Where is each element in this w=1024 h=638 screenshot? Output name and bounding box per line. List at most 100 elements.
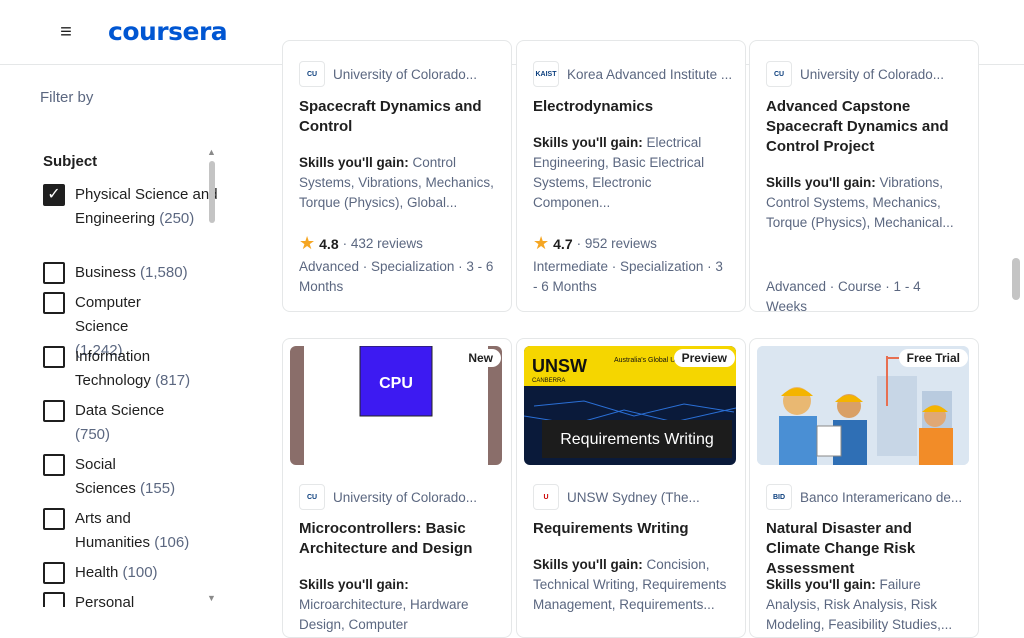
partner-name: Banco Interamericano de... [800,489,963,505]
option-count: (250) [159,210,195,227]
subject-filter-title: Subject [43,153,98,170]
card-meta: Advanced · Course · 1 - 4 Weeks [766,279,921,312]
hamburger-menu-button[interactable]: ≡ [48,14,84,50]
partner-logo-icon: CU [766,61,792,87]
cpu-label: CPU [379,375,413,392]
option-label: Data Science [75,402,165,419]
partner-logo-icon: CU [299,61,325,87]
card-meta: Advanced · Specialization · 3 - 6 Months [299,259,494,294]
option-count: (817) [155,372,191,389]
partner-logo-icon: BID [766,484,792,510]
checkbox[interactable] [43,454,65,476]
filter-option-arts-humanities[interactable]: Arts and Humanities (106) [43,507,218,555]
card-skills: Skills you'll gain: Electrical Engineeri… [533,133,731,213]
card-partner: BID Banco Interamericano de... [766,484,966,510]
partner-logo-icon: U [533,484,559,510]
option-label: Information Technology [75,348,151,389]
card-partner: CU University of Colorado... [299,484,499,510]
card-partner: CU University of Colorado... [299,61,499,87]
partner-logo-icon: KAIST [533,61,559,87]
option-label: Computer Science [75,294,141,335]
image-title: Requirements Writing [560,431,714,448]
option-label: Personal [75,594,135,607]
course-card[interactable]: CU University of Colorado... Spacecraft … [282,40,512,312]
filter-option-social-sciences[interactable]: Social Sciences (155) [43,453,218,501]
hamburger-icon: ≡ [60,20,72,43]
checkbox[interactable] [43,562,65,584]
filter-option-data-science[interactable]: Data Science (750) [43,399,218,447]
review-count: · 952 reviews [576,236,657,251]
card-skills: Skills you'll gain: Failure Analysis, Ri… [766,575,964,635]
skills-label: Skills you'll gain: [766,175,876,190]
filter-by-heading: Filter by [40,89,94,106]
option-label: Business [75,264,136,281]
preview-badge: Preview [673,349,735,367]
subject-filter-panel[interactable]: Subject ✓ Physical Science and Engineeri… [36,145,222,607]
course-title-link[interactable]: Requirements Writing [533,519,731,539]
scroll-up-arrow-icon[interactable]: ▲ [207,147,216,157]
unsw-campus: CANBERRA [532,378,565,384]
filter-option-business[interactable]: Business (1,580) [43,261,218,285]
course-title-link[interactable]: Advanced Capstone Spacecraft Dynamics an… [766,97,964,157]
skills-label: Skills you'll gain: [533,135,643,150]
checkbox[interactable] [43,346,65,368]
filter-option-physical-science[interactable]: ✓ Physical Science and Engineering (250) [43,183,218,231]
card-partner: CU University of Colorado... [766,61,966,87]
checkbox[interactable] [43,400,65,422]
checkbox[interactable] [43,262,65,284]
card-skills: Skills you'll gain: Control Systems, Vib… [299,153,497,213]
page-scrollbar-thumb[interactable] [1012,258,1020,300]
skills-text: Microarchitecture, Hardware Design, Comp… [299,597,469,632]
option-count: (1,580) [140,264,188,281]
option-count: (155) [140,480,176,497]
checkbox[interactable] [43,508,65,530]
partner-name: University of Colorado... [333,66,478,82]
card-rating: ★ 4.7 · 952 reviews [533,233,657,254]
free-trial-badge: Free Trial [898,349,968,367]
card-skills: Skills you'll gain: Concision, Technical… [533,555,731,615]
course-title-link[interactable]: Microcontrollers: Basic Architecture and… [299,519,497,559]
option-count: (750) [75,426,111,443]
course-card[interactable]: UNSW Australia's Global University CANBE… [516,338,746,638]
star-icon: ★ [533,233,550,253]
course-card[interactable]: CU University of Colorado... Advanced Ca… [749,40,979,312]
scrollbar-thumb[interactable] [209,161,215,223]
card-partner: U UNSW Sydney (The... [533,484,733,510]
rating-value: 4.8 [319,235,339,252]
scroll-down-arrow-icon[interactable]: ▼ [207,593,216,603]
course-title-link[interactable]: Spacecraft Dynamics and Control [299,97,497,137]
course-card[interactable]: KAIST Korea Advanced Institute ... Elect… [516,40,746,312]
new-badge: New [460,349,501,367]
option-label: Physical Science and Engineering [75,186,218,227]
card-rating: ★ 4.8 · 432 reviews [299,233,423,254]
coursera-logo[interactable]: coursera [108,17,228,46]
course-title-link[interactable]: Natural Disaster and Climate Change Risk… [766,519,964,579]
skills-label: Skills you'll gain: [299,577,409,592]
filter-sidebar: Filter by Subject ✓ Physical Science and… [0,65,255,629]
filter-option-information-technology[interactable]: Information Technology (817) [43,345,218,393]
card-partner: KAIST Korea Advanced Institute ... [533,61,733,87]
star-icon: ★ [299,233,316,253]
partner-name: University of Colorado... [800,66,945,82]
partner-name: UNSW Sydney (The... [567,489,700,505]
checkbox[interactable] [43,292,65,314]
option-label: Arts and Humanities [75,510,151,551]
filter-option-personal[interactable]: Personal [43,591,218,607]
partner-logo-icon: CU [299,484,325,510]
unsw-brand: UNSW [532,356,587,376]
filter-option-health[interactable]: Health (100) [43,561,218,585]
card-meta: Intermediate · Specialization · 3 - 6 Mo… [533,259,723,294]
rating-value: 4.7 [553,235,573,252]
course-card[interactable]: CPU New CU University of Colorado... Mic… [282,338,512,638]
option-label: Health [75,564,119,581]
course-title-link[interactable]: Electrodynamics [533,97,731,117]
checkbox-checked[interactable]: ✓ [43,184,65,206]
option-count: (100) [122,564,158,581]
skills-label: Skills you'll gain: [299,155,409,170]
skills-label: Skills you'll gain: [533,557,643,572]
partner-name: University of Colorado... [333,489,478,505]
filter-scrollbar[interactable]: ▲ ▼ [207,147,217,603]
course-card[interactable]: Free Trial BID Banco Interamericano de..… [749,338,979,638]
checkbox[interactable] [43,592,65,607]
option-label: Social Sciences [75,456,136,497]
